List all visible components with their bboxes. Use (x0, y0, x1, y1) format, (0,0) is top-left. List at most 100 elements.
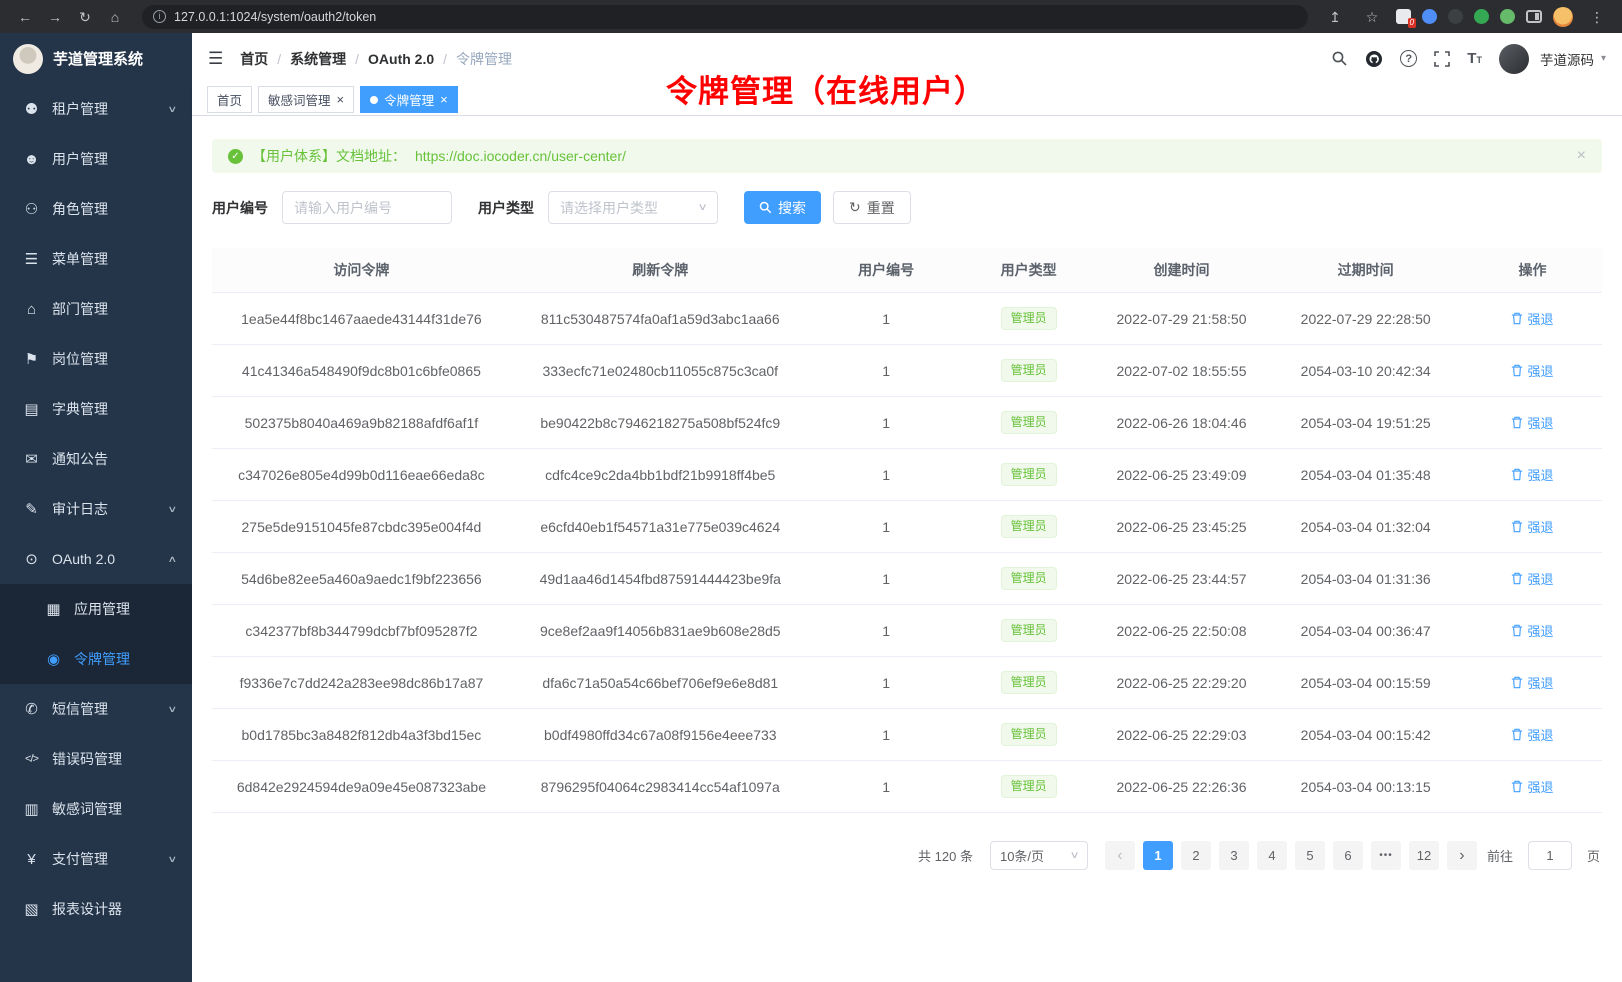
app-frame: 芋道管理系统 ⚉租户管理∨ ☻用户管理 ⚇角色管理 ☰菜单管理 ⌂部门管理 ⚑岗… (0, 33, 1622, 982)
back-icon[interactable]: ← (12, 10, 38, 24)
site-info-icon[interactable]: i (153, 10, 166, 23)
sidebar-item-post[interactable]: ⚑岗位管理 (0, 334, 192, 384)
page-button[interactable]: 1 (1143, 841, 1173, 870)
sidebar-item-tenant[interactable]: ⚉租户管理∨ (0, 84, 192, 134)
extension-icon[interactable] (1422, 9, 1437, 24)
sidebar-item-label: 岗位管理 (52, 349, 176, 369)
force-logout-button[interactable]: 强退 (1511, 413, 1553, 432)
next-page-button[interactable]: › (1447, 841, 1477, 870)
more-pages-button[interactable]: ••• (1371, 841, 1401, 870)
force-logout-button[interactable]: 强退 (1511, 569, 1553, 588)
select-placeholder: 请选择用户类型 (560, 198, 658, 218)
extension-icon[interactable] (1448, 9, 1463, 24)
page-button[interactable]: 2 (1181, 841, 1211, 870)
tags-view-bar: 首页 敏感词管理× 令牌管理× (192, 84, 1622, 116)
sidebar-item-sensitive-words[interactable]: ▥敏感词管理 (0, 784, 192, 834)
action-cell: 强退 (1463, 761, 1602, 813)
home-icon[interactable]: ⌂ (102, 10, 128, 24)
fullscreen-icon[interactable] (1434, 51, 1450, 67)
username[interactable]: 芋道源码 (1540, 49, 1594, 69)
extension-icon[interactable]: 0 (1396, 9, 1411, 24)
tab-home[interactable]: 首页 (207, 86, 252, 113)
user-avatar[interactable] (1499, 44, 1529, 74)
url-bar[interactable]: i 127.0.0.1:1024/system/oauth2/token (142, 5, 1308, 29)
sidebar-item-label: 菜单管理 (52, 249, 176, 269)
page-button[interactable]: 5 (1295, 841, 1325, 870)
force-logout-button[interactable]: 强退 (1511, 621, 1553, 640)
bookmark-star-icon[interactable]: ☆ (1359, 10, 1385, 24)
sidebar-toggle-icon[interactable] (1526, 10, 1542, 23)
sidebar-item-audit-log[interactable]: ✎审计日志∨ (0, 484, 192, 534)
force-logout-button[interactable]: 强退 (1511, 309, 1553, 328)
force-logout-button[interactable]: 强退 (1511, 725, 1553, 744)
user-id-input[interactable] (282, 191, 452, 224)
user-type-select[interactable]: 请选择用户类型∨ (548, 191, 718, 224)
reset-button[interactable]: ↻重置 (833, 191, 911, 224)
refresh-token-cell: e6cfd40eb1f54571a31e775e039c4624 (511, 501, 810, 553)
app-logo[interactable]: 芋道管理系统 (0, 33, 192, 84)
oauth-icon: ⊙ (22, 550, 41, 568)
sidebar-item-notice[interactable]: ✉通知公告 (0, 434, 192, 484)
forward-icon[interactable]: → (42, 10, 68, 24)
sidebar-item-user[interactable]: ☻用户管理 (0, 134, 192, 184)
reload-icon[interactable]: ↻ (72, 10, 98, 24)
page-button[interactable]: 6 (1333, 841, 1363, 870)
create-time-cell: 2022-06-26 18:04:46 (1095, 397, 1269, 449)
sidebar-item-oauth-app[interactable]: ▦应用管理 (0, 584, 192, 634)
browser-menu-icon[interactable]: ⋮ (1584, 10, 1610, 24)
tab-sensitive-words[interactable]: 敏感词管理× (258, 86, 354, 113)
doc-link[interactable]: https://doc.iocoder.cn/user-center/ (415, 148, 626, 164)
sidebar-item-dept[interactable]: ⌂部门管理 (0, 284, 192, 334)
action-cell: 强退 (1463, 709, 1602, 761)
breadcrumb-item[interactable]: 系统管理 (290, 49, 346, 69)
force-logout-button[interactable]: 强退 (1511, 673, 1553, 692)
page-button[interactable]: 4 (1257, 841, 1287, 870)
breadcrumb-item[interactable]: 首页 (240, 49, 268, 69)
sidebar-item-pay[interactable]: ¥支付管理∨ (0, 834, 192, 884)
sidebar-item-oauth[interactable]: ⊙OAuth 2.0∧ (0, 534, 192, 584)
sidebar-item-oauth-token[interactable]: ◉令牌管理 (0, 634, 192, 684)
page-button[interactable]: 12 (1409, 841, 1439, 870)
help-icon[interactable]: ? (1400, 50, 1417, 67)
font-size-icon[interactable]: TT (1467, 51, 1482, 66)
browser-profile-avatar[interactable] (1553, 7, 1573, 27)
sidebar-item-dict[interactable]: ▤字典管理 (0, 384, 192, 434)
sidebar-item-report-designer[interactable]: ▧报表设计器 (0, 884, 192, 934)
page-button[interactable]: 3 (1219, 841, 1249, 870)
extensions-puzzle-icon[interactable] (1500, 9, 1515, 24)
close-icon[interactable]: × (337, 93, 345, 106)
share-icon[interactable]: ↥ (1322, 10, 1348, 24)
search-button[interactable]: 搜索 (744, 191, 821, 224)
close-icon[interactable]: × (440, 93, 448, 106)
user-type-cell: 管理员 (963, 709, 1095, 761)
user-id-cell: 1 (810, 553, 963, 605)
user-id-cell: 1 (810, 345, 963, 397)
header-actions: ? TT 芋道源码 ▾ (1331, 44, 1606, 74)
goto-page-input[interactable] (1528, 841, 1572, 870)
force-logout-button[interactable]: 强退 (1511, 777, 1553, 796)
chevron-up-icon: ∧ (168, 554, 178, 565)
close-icon[interactable]: × (1577, 147, 1586, 165)
github-icon[interactable] (1365, 50, 1383, 68)
breadcrumb-item[interactable]: OAuth 2.0 (368, 51, 434, 67)
prev-page-button[interactable]: ‹ (1105, 841, 1135, 870)
tab-token[interactable]: 令牌管理× (360, 86, 458, 113)
create-time-cell: 2022-06-25 22:50:08 (1095, 605, 1269, 657)
search-icon[interactable] (1331, 50, 1348, 67)
expire-time-cell: 2054-03-04 00:15:59 (1268, 657, 1463, 709)
sidebar-item-error-code[interactable]: </>错误码管理 (0, 734, 192, 784)
sidebar-item-menu[interactable]: ☰菜单管理 (0, 234, 192, 284)
extension-icon[interactable] (1474, 9, 1489, 24)
force-logout-button[interactable]: 强退 (1511, 361, 1553, 380)
page-size-select[interactable]: 10条/页∨ (990, 841, 1088, 870)
expire-time-cell: 2054-03-04 01:31:36 (1268, 553, 1463, 605)
breadcrumb-separator: / (443, 51, 447, 67)
sidebar-item-sms[interactable]: ✆短信管理∨ (0, 684, 192, 734)
chevron-down-icon: ∨ (168, 104, 178, 115)
sidebar-item-role[interactable]: ⚇角色管理 (0, 184, 192, 234)
user-id-cell: 1 (810, 397, 963, 449)
force-logout-button[interactable]: 强退 (1511, 517, 1553, 536)
caret-down-icon[interactable]: ▾ (1601, 53, 1606, 64)
force-logout-button[interactable]: 强退 (1511, 465, 1553, 484)
sidebar-collapse-icon[interactable]: ☰ (208, 49, 223, 69)
